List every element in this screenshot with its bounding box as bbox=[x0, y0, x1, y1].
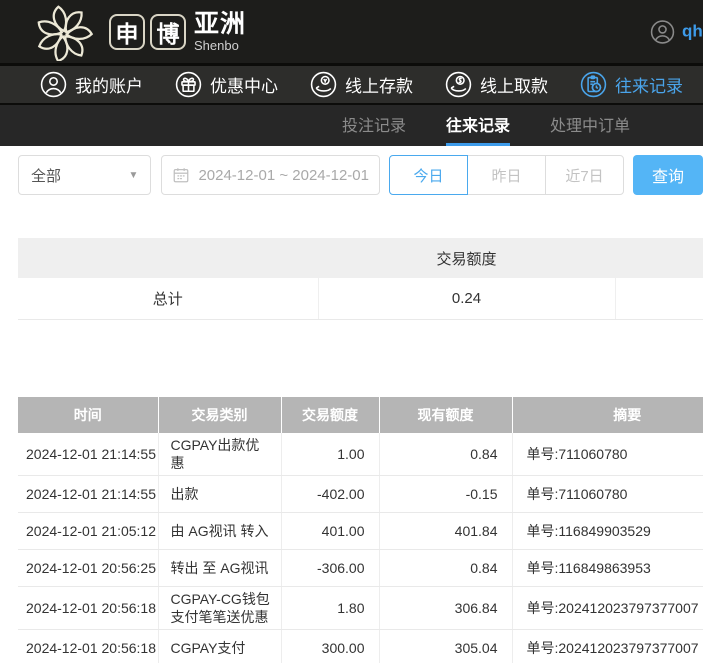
withdraw-hand-coin-icon bbox=[445, 71, 472, 98]
cell-balance: 0.84 bbox=[379, 549, 512, 586]
cell-amount: -402.00 bbox=[281, 475, 379, 512]
cell-time: 2024-12-01 20:56:18 bbox=[18, 630, 158, 663]
cell-time: 2024-12-01 21:14:55 bbox=[18, 433, 158, 476]
summary-header-spacer bbox=[18, 238, 318, 278]
cell-balance: -0.15 bbox=[379, 475, 512, 512]
brand-region-en: Shenbo bbox=[194, 39, 246, 52]
username-text[interactable]: qh bbox=[682, 22, 703, 42]
account-person-icon bbox=[40, 71, 67, 98]
cell-memo: 单号:711060780 bbox=[512, 433, 703, 476]
date-range-value: 2024-12-01 ~ 2024-12-01 bbox=[198, 167, 369, 184]
cell-balance: 0.84 bbox=[379, 433, 512, 476]
main-navigation-bar: 我的账户 优惠中心 线上存款 bbox=[0, 63, 703, 105]
col-header-amount: 交易额度 bbox=[281, 397, 379, 433]
transaction-record-icon bbox=[580, 71, 607, 98]
brand-char-box-shen: 申 bbox=[109, 14, 145, 50]
summary-total-row: 总计 0.24 bbox=[18, 278, 703, 319]
table-row: 2024-12-01 21:14:55 CGPAY出款优惠 1.00 0.84 … bbox=[18, 433, 703, 476]
nav-item-withdraw[interactable]: 线上取款 bbox=[445, 71, 548, 98]
last-7-days-button[interactable]: 近7日 bbox=[545, 155, 624, 195]
summary-total-value: 0.24 bbox=[318, 278, 615, 319]
nav-item-label: 线上存款 bbox=[345, 72, 413, 97]
cell-balance: 401.84 bbox=[379, 512, 512, 549]
brand-region-cn: 亚洲 bbox=[194, 12, 246, 37]
brand-logo[interactable]: 申 博 亚洲 Shenbo bbox=[26, 3, 246, 61]
filter-toolbar: 全部 ▼ 2024-12-01 ~ 2024-12-01 今日 昨日 近7日 查… bbox=[18, 155, 703, 195]
cell-memo: 单号:711060780 bbox=[512, 475, 703, 512]
cell-balance: 306.84 bbox=[379, 586, 512, 629]
tab-betting-records[interactable]: 投注记录 bbox=[342, 105, 406, 146]
cell-time: 2024-12-01 21:14:55 bbox=[18, 475, 158, 512]
nav-item-deposit[interactable]: 线上存款 bbox=[310, 71, 413, 98]
cell-type: CGPAY-CG钱包支付笔笔送优惠 bbox=[158, 586, 281, 629]
brand-char-box-bo: 博 bbox=[150, 14, 186, 50]
lotus-flower-logo-icon bbox=[26, 3, 102, 61]
cell-balance: 305.04 bbox=[379, 630, 512, 663]
nav-item-label: 我的账户 bbox=[75, 72, 143, 97]
tab-pending-orders[interactable]: 处理中订单 bbox=[550, 105, 630, 146]
calendar-icon bbox=[172, 166, 190, 184]
tab-transaction-records[interactable]: 往来记录 bbox=[446, 105, 510, 146]
table-row: 2024-12-01 20:56:18 CGPAY-CG钱包支付笔笔送优惠 1.… bbox=[18, 586, 703, 629]
table-row: 2024-12-01 21:05:12 由 AG视讯 转入 401.00 401… bbox=[18, 512, 703, 549]
search-button[interactable]: 查询 bbox=[633, 155, 703, 195]
col-header-balance: 现有额度 bbox=[379, 397, 512, 433]
table-row: 2024-12-01 20:56:25 转出 至 AG视讯 -306.00 0.… bbox=[18, 549, 703, 586]
summary-header-amount: 交易额度 bbox=[318, 238, 615, 278]
quick-date-button-group: 今日 昨日 近7日 bbox=[389, 155, 624, 195]
cell-type: 由 AG视讯 转入 bbox=[158, 512, 281, 549]
user-avatar-icon bbox=[650, 19, 675, 44]
summary-header-row: 交易额度 bbox=[18, 238, 703, 278]
nav-item-my-account[interactable]: 我的账户 bbox=[40, 71, 143, 98]
cell-time: 2024-12-01 20:56:25 bbox=[18, 549, 158, 586]
chevron-down-icon: ▼ bbox=[129, 170, 139, 181]
record-sub-navigation: 投注记录 往来记录 处理中订单 bbox=[0, 105, 703, 146]
nav-item-label: 往来记录 bbox=[615, 72, 683, 97]
summary-empty-cell bbox=[615, 278, 703, 319]
cell-type: CGPAY支付 bbox=[158, 630, 281, 663]
cell-memo: 单号:202412023797377007 bbox=[512, 630, 703, 663]
user-account-area[interactable]: qh bbox=[650, 19, 703, 44]
transaction-type-value: 全部 bbox=[31, 165, 61, 186]
nav-item-label: 优惠中心 bbox=[210, 72, 278, 97]
gift-icon bbox=[175, 71, 202, 98]
cell-type: 出款 bbox=[158, 475, 281, 512]
brand-region-text: 亚洲 Shenbo bbox=[194, 12, 246, 52]
transaction-records-table: 时间 交易类别 交易额度 现有额度 摘要 2024-12-01 21:14:55… bbox=[18, 397, 703, 663]
nav-item-promotions[interactable]: 优惠中心 bbox=[175, 71, 278, 98]
col-header-time: 时间 bbox=[18, 397, 158, 433]
records-header-row: 时间 交易类别 交易额度 现有额度 摘要 bbox=[18, 397, 703, 433]
cell-amount: 401.00 bbox=[281, 512, 379, 549]
cell-time: 2024-12-01 21:05:12 bbox=[18, 512, 158, 549]
summary-table: 交易额度 总计 0.24 bbox=[18, 238, 703, 320]
nav-item-label: 线上取款 bbox=[480, 72, 548, 97]
cell-memo: 单号:116849863953 bbox=[512, 549, 703, 586]
cell-memo: 单号:116849903529 bbox=[512, 512, 703, 549]
cell-type: 转出 至 AG视讯 bbox=[158, 549, 281, 586]
today-button[interactable]: 今日 bbox=[389, 155, 468, 195]
cell-type: CGPAY出款优惠 bbox=[158, 433, 281, 476]
cell-amount: -306.00 bbox=[281, 549, 379, 586]
col-header-type: 交易类别 bbox=[158, 397, 281, 433]
deposit-hand-coin-icon bbox=[310, 71, 337, 98]
summary-header-spacer bbox=[615, 238, 703, 278]
nav-item-transaction-records[interactable]: 往来记录 bbox=[580, 71, 683, 98]
cell-amount: 300.00 bbox=[281, 630, 379, 663]
transaction-type-select[interactable]: 全部 ▼ bbox=[18, 155, 151, 195]
table-row: 2024-12-01 21:14:55 出款 -402.00 -0.15 单号:… bbox=[18, 475, 703, 512]
col-header-memo: 摘要 bbox=[512, 397, 703, 433]
cell-amount: 1.80 bbox=[281, 586, 379, 629]
yesterday-button[interactable]: 昨日 bbox=[467, 155, 546, 195]
cell-time: 2024-12-01 20:56:18 bbox=[18, 586, 158, 629]
cell-amount: 1.00 bbox=[281, 433, 379, 476]
summary-total-label: 总计 bbox=[18, 278, 318, 319]
table-row: 2024-12-01 20:56:18 CGPAY支付 300.00 305.0… bbox=[18, 630, 703, 663]
top-brand-bar: 申 博 亚洲 Shenbo qh bbox=[0, 0, 703, 63]
date-range-input[interactable]: 2024-12-01 ~ 2024-12-01 bbox=[161, 155, 380, 195]
cell-memo: 单号:202412023797377007 bbox=[512, 586, 703, 629]
